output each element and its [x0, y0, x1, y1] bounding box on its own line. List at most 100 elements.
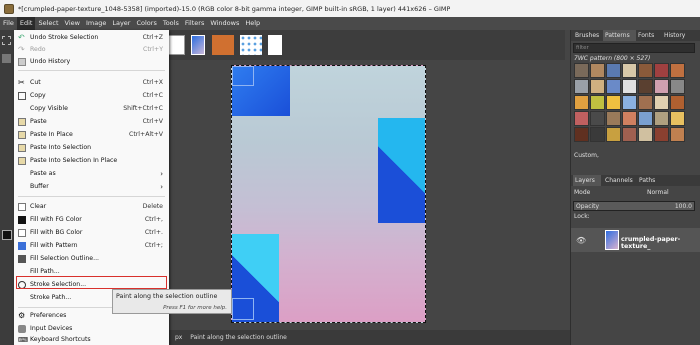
menu-separator: [18, 70, 165, 71]
tab-channels[interactable]: Channels: [603, 175, 635, 186]
pattern-swatch[interactable]: [574, 111, 589, 126]
menu-item-fill-pattern[interactable]: Fill with Pattern Ctrl+;: [14, 240, 169, 252]
status-message: Paint along the selection outline: [190, 334, 287, 341]
unit-selector[interactable]: px: [175, 334, 182, 341]
pattern-swatch[interactable]: [622, 111, 637, 126]
image-tab-thumb[interactable]: [167, 35, 185, 55]
menu-select[interactable]: Select: [35, 17, 61, 30]
pattern-swatch[interactable]: [590, 127, 605, 142]
fg-color-icon[interactable]: [2, 230, 12, 240]
pattern-swatch[interactable]: [638, 111, 653, 126]
tab-fonts[interactable]: Fonts: [636, 30, 662, 41]
pattern-swatch[interactable]: [590, 79, 605, 94]
image-canvas[interactable]: [231, 65, 426, 323]
pattern-swatch[interactable]: [638, 95, 653, 110]
menu-help[interactable]: Help: [242, 17, 263, 30]
menu-item-clear[interactable]: Clear Delete: [14, 201, 169, 213]
pattern-swatch[interactable]: [574, 127, 589, 142]
tab-brushes[interactable]: Brushes: [573, 30, 603, 41]
move-tool-icon[interactable]: [2, 54, 11, 63]
preferences-icon: ⚙: [18, 311, 26, 320]
menu-colors[interactable]: Colors: [133, 17, 159, 30]
menu-image[interactable]: Image: [83, 17, 109, 30]
image-tab-thumb[interactable]: [268, 35, 282, 55]
pattern-fill-icon: [18, 242, 26, 250]
layer-name[interactable]: crumpled-paper-texture_: [621, 236, 700, 250]
pattern-swatch[interactable]: [654, 111, 669, 126]
menu-layer[interactable]: Layer: [109, 17, 133, 30]
pattern-swatch[interactable]: [622, 127, 637, 142]
pattern-swatch[interactable]: [670, 95, 685, 110]
window-title: *[crumpled-paper-texture_1048-5358] (imp…: [18, 4, 451, 13]
menu-item-paste-into-selection-in-place[interactable]: Paste Into Selection In Place: [14, 155, 169, 167]
image-tab-thumb[interactable]: [240, 35, 262, 55]
menu-item-copy-visible[interactable]: Copy Visible Shift+Ctrl+C: [14, 103, 169, 115]
menu-file[interactable]: File: [0, 17, 17, 30]
pattern-swatch[interactable]: [606, 127, 621, 142]
menu-item-copy[interactable]: Copy Ctrl+C: [14, 90, 169, 102]
layer-row[interactable]: 👁 crumpled-paper-texture_: [571, 228, 700, 252]
menu-item-buffer[interactable]: Buffer ›: [14, 181, 169, 193]
pattern-swatch[interactable]: [606, 79, 621, 94]
menu-item-cut[interactable]: ✂ Cut Ctrl+X: [14, 77, 169, 89]
tab-paths[interactable]: Paths: [637, 175, 663, 186]
pattern-swatch[interactable]: [670, 63, 685, 78]
paste-icon: [18, 144, 26, 152]
pattern-grid[interactable]: [574, 63, 686, 143]
image-tab-thumb[interactable]: [191, 35, 205, 55]
pattern-swatch[interactable]: [606, 111, 621, 126]
tab-history[interactable]: History: [662, 30, 692, 41]
menu-item-paste-in-place[interactable]: Paste In Place Ctrl+Alt+V: [14, 129, 169, 141]
selection-marker: [232, 298, 254, 320]
pattern-swatch[interactable]: [590, 63, 605, 78]
pattern-swatch[interactable]: [574, 95, 589, 110]
menu-filters[interactable]: Filters: [182, 17, 207, 30]
menu-tools[interactable]: Tools: [160, 17, 182, 30]
pattern-swatch[interactable]: [574, 63, 589, 78]
cyan-shape: [378, 118, 425, 223]
pattern-swatch[interactable]: [654, 63, 669, 78]
menu-item-undo[interactable]: ↶ Undo Stroke Selection Ctrl+Z: [14, 32, 169, 44]
mode-select[interactable]: Normal: [647, 189, 669, 196]
menu-view[interactable]: View: [62, 17, 83, 30]
menu-item-keyboard-shortcuts[interactable]: ⌨ Keyboard Shortcuts: [14, 334, 169, 345]
pattern-filter-input[interactable]: filter: [573, 43, 695, 53]
menu-item-redo[interactable]: ↷ Redo Ctrl+Y: [14, 44, 169, 56]
rect-select-tool-icon[interactable]: [2, 36, 11, 45]
pattern-swatch[interactable]: [670, 127, 685, 142]
pattern-swatch[interactable]: [590, 111, 605, 126]
image-tab-thumb[interactable]: [212, 35, 234, 55]
menu-item-fill-bg[interactable]: Fill with BG Color Ctrl+.: [14, 227, 169, 239]
pattern-swatch[interactable]: [670, 111, 685, 126]
fill-outline-icon: [18, 255, 26, 263]
menu-item-paste-into-selection[interactable]: Paste Into Selection: [14, 142, 169, 154]
pattern-preset[interactable]: Custom,: [574, 152, 599, 159]
title-bar: *[crumpled-paper-texture_1048-5358] (imp…: [0, 0, 700, 17]
pattern-swatch[interactable]: [654, 127, 669, 142]
pattern-swatch[interactable]: [638, 63, 653, 78]
pattern-swatch[interactable]: [670, 79, 685, 94]
pattern-swatch[interactable]: [654, 79, 669, 94]
menu-edit[interactable]: Edit: [16, 17, 36, 30]
pattern-swatch[interactable]: [606, 63, 621, 78]
menu-item-paste-as[interactable]: Paste as ›: [14, 168, 169, 180]
menu-item-paste[interactable]: Paste Ctrl+V: [14, 116, 169, 128]
pattern-swatch[interactable]: [606, 95, 621, 110]
pattern-swatch[interactable]: [622, 95, 637, 110]
menu-item-fill-selection-outline[interactable]: Fill Selection Outline...: [14, 253, 169, 265]
pattern-swatch[interactable]: [622, 63, 637, 78]
pattern-swatch[interactable]: [590, 95, 605, 110]
pattern-swatch[interactable]: [638, 79, 653, 94]
menu-item-undo-history[interactable]: Undo History: [14, 56, 169, 68]
opacity-slider[interactable]: Opacity 100.0: [573, 201, 695, 211]
tab-layers[interactable]: Layers: [573, 175, 601, 186]
layer-thumbnail: [605, 230, 619, 250]
menu-item-fill-fg[interactable]: Fill with FG Color Ctrl+,: [14, 214, 169, 226]
pattern-swatch[interactable]: [574, 79, 589, 94]
menu-windows[interactable]: Windows: [207, 17, 242, 30]
pattern-swatch[interactable]: [654, 95, 669, 110]
tab-patterns[interactable]: Patterns: [603, 30, 636, 41]
eye-icon[interactable]: 👁: [576, 236, 586, 245]
pattern-swatch[interactable]: [622, 79, 637, 94]
pattern-swatch[interactable]: [638, 127, 653, 142]
